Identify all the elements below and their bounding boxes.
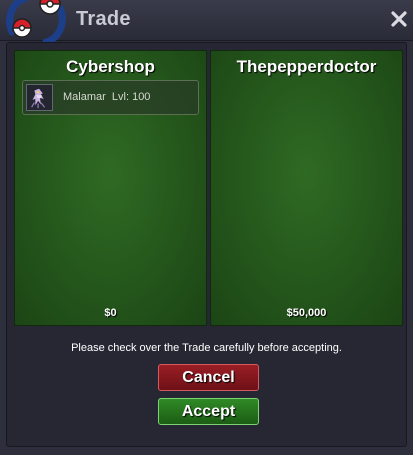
- their-offer-panel: Thepepperdoctor $50,000: [210, 50, 403, 326]
- cancel-button[interactable]: Cancel: [158, 364, 259, 391]
- title-bar[interactable]: Trade: [0, 0, 413, 46]
- trade-notice: Please check over the Trade carefully be…: [71, 342, 342, 354]
- window-title: Trade: [76, 8, 131, 30]
- trade-item-label: Malamar Lvl: 100: [63, 91, 151, 103]
- trade-content: Cybershop Malamar Lvl: 100 $0 Thepepperd…: [6, 42, 407, 447]
- trade-item[interactable]: Malamar Lvl: 100: [22, 80, 199, 115]
- accept-button[interactable]: Accept: [158, 398, 259, 425]
- money-left: $0: [104, 307, 117, 319]
- pokeball-badge-icon: [6, 0, 66, 46]
- player-name-left: Cybershop: [66, 57, 155, 76]
- money-right: $50,000: [286, 307, 327, 319]
- malamar-sprite-icon: [26, 84, 53, 111]
- trade-window: Trade Cybershop Malamar Lvl: 100 $0 Thep…: [0, 0, 413, 455]
- player-name-right: Thepepperdoctor: [236, 57, 377, 76]
- close-icon[interactable]: [389, 9, 409, 29]
- my-offer-panel: Cybershop Malamar Lvl: 100 $0: [14, 50, 207, 326]
